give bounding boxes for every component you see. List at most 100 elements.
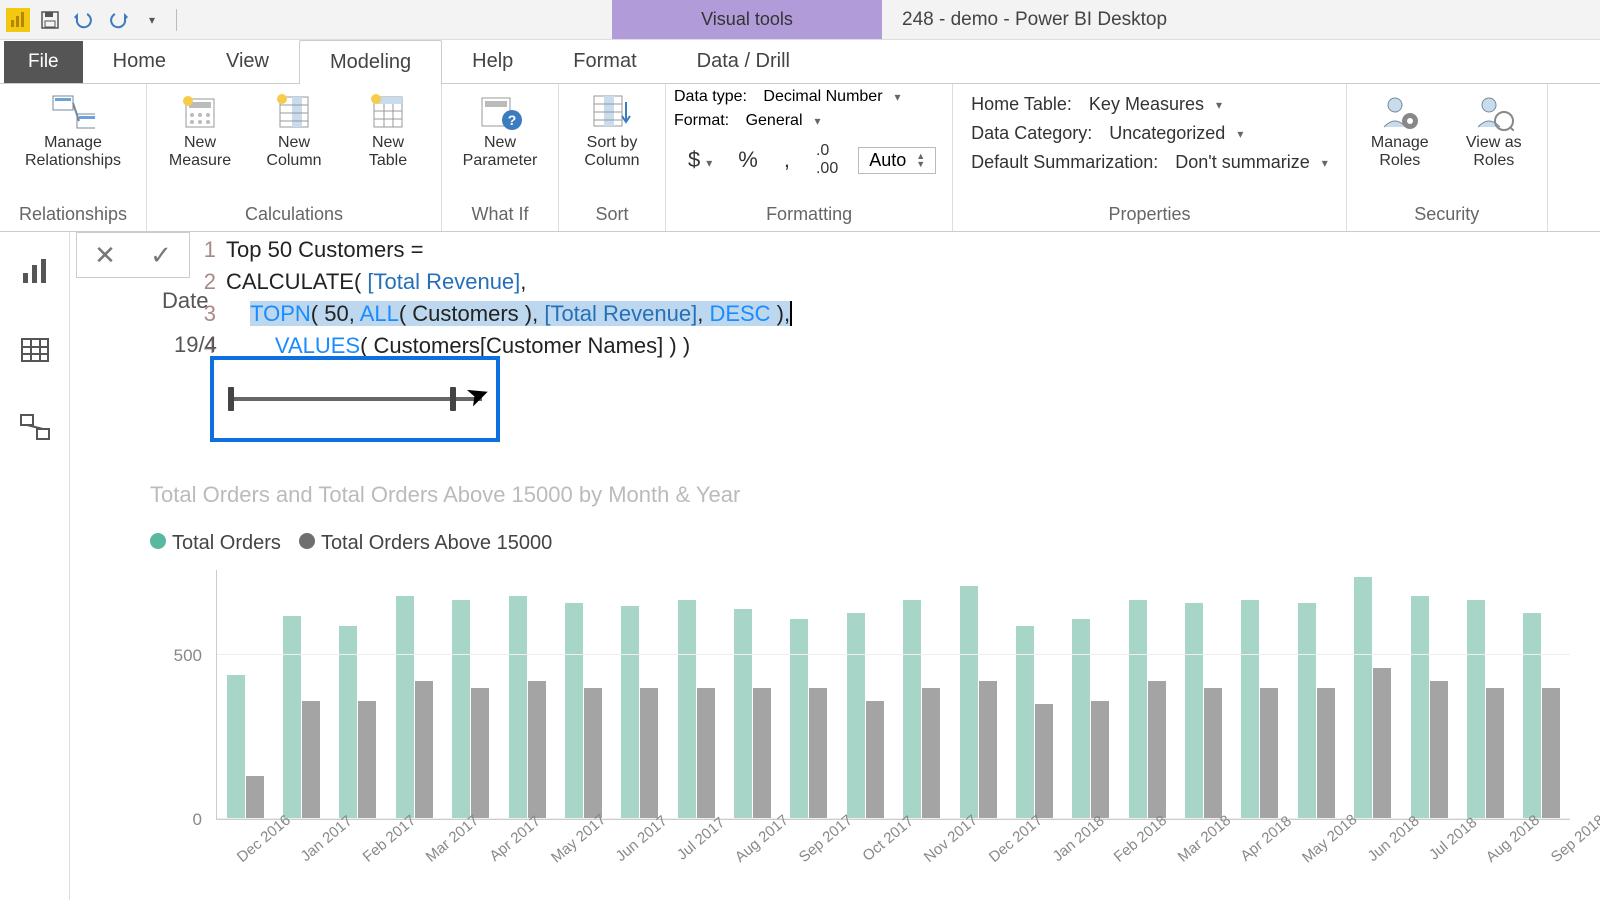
sort-by-column-button[interactable]: Sort by Column <box>567 88 657 175</box>
bar[interactable] <box>1523 613 1541 819</box>
tab-view[interactable]: View <box>196 40 299 83</box>
bar-group[interactable] <box>781 570 837 819</box>
tab-file[interactable]: File <box>4 41 83 83</box>
decimal-icon[interactable]: .0.00 <box>810 140 844 180</box>
bar[interactable] <box>697 688 715 819</box>
bar[interactable] <box>509 596 527 819</box>
bar[interactable] <box>1411 596 1429 819</box>
report-view-button[interactable] <box>13 250 57 294</box>
undo-icon[interactable] <box>70 6 98 34</box>
slider-handle-end[interactable] <box>450 387 456 411</box>
bar[interactable] <box>847 613 865 819</box>
slider-handle-start[interactable] <box>228 387 234 411</box>
bar[interactable] <box>1148 681 1166 819</box>
bar[interactable] <box>358 701 376 819</box>
new-table-button[interactable]: New Table <box>343 88 433 175</box>
new-measure-button[interactable]: New Measure <box>155 88 245 175</box>
redo-icon[interactable] <box>104 6 132 34</box>
view-as-roles-button[interactable]: View as Roles <box>1449 88 1539 175</box>
formula-commit-button[interactable]: ✓ <box>133 233 189 277</box>
bar[interactable] <box>753 688 771 819</box>
decimal-places-spinner[interactable]: Auto▲▼ <box>858 147 936 174</box>
bar[interactable] <box>809 688 827 819</box>
bar[interactable] <box>1354 577 1372 819</box>
bar-group[interactable] <box>1119 570 1175 819</box>
bar[interactable] <box>1035 704 1053 819</box>
bar-group[interactable] <box>837 570 893 819</box>
manage-roles-button[interactable]: Manage Roles <box>1355 88 1445 175</box>
bar-group[interactable] <box>1457 570 1513 819</box>
slider-track[interactable] <box>228 397 482 401</box>
bar-group[interactable] <box>1288 570 1344 819</box>
bar-group[interactable] <box>1401 570 1457 819</box>
bar-group[interactable] <box>612 570 668 819</box>
bar[interactable] <box>1486 688 1504 819</box>
home-table-dropdown[interactable]: Home Table: Key Measures <box>971 94 1328 115</box>
manage-relationships-button[interactable]: Manage Relationships <box>8 88 138 175</box>
bar-group[interactable] <box>499 570 555 819</box>
bar-group[interactable] <box>894 570 950 819</box>
qat-customize-icon[interactable]: ▾ <box>138 6 166 34</box>
bar-group[interactable] <box>555 570 611 819</box>
format-dropdown[interactable]: Format: General <box>674 112 944 130</box>
data-view-button[interactable] <box>13 328 57 372</box>
tab-data-drill[interactable]: Data / Drill <box>667 40 820 83</box>
bar[interactable] <box>227 675 245 819</box>
tab-home[interactable]: Home <box>83 40 196 83</box>
bar-group[interactable] <box>668 570 724 819</box>
bar-group[interactable] <box>1006 570 1062 819</box>
data-type-dropdown[interactable]: Data type: Decimal Number <box>674 88 944 106</box>
bar[interactable] <box>1317 688 1335 819</box>
bar-group[interactable] <box>1232 570 1288 819</box>
chart-visual[interactable]: 0500 Dec 2016Jan 2017Feb 2017Mar 2017Apr… <box>150 570 1570 890</box>
bar[interactable] <box>396 596 414 819</box>
bar-group[interactable] <box>724 570 780 819</box>
bar-group[interactable] <box>217 570 273 819</box>
bar-group[interactable] <box>1175 570 1231 819</box>
bar[interactable] <box>565 603 583 819</box>
percent-button[interactable]: % <box>732 145 764 175</box>
bar[interactable] <box>1298 603 1316 819</box>
comma-button[interactable]: , <box>778 145 796 175</box>
bar[interactable] <box>283 616 301 819</box>
data-category-dropdown[interactable]: Data Category: Uncategorized <box>971 123 1328 144</box>
bar[interactable] <box>922 688 940 819</box>
bar[interactable] <box>621 606 639 819</box>
bar[interactable] <box>960 586 978 819</box>
bar[interactable] <box>528 681 546 819</box>
bar-group[interactable] <box>273 570 329 819</box>
bar[interactable] <box>979 681 997 819</box>
bar[interactable] <box>1185 603 1203 819</box>
bar[interactable] <box>866 701 884 819</box>
new-column-button[interactable]: New Column <box>249 88 339 175</box>
bar-group[interactable] <box>1514 570 1570 819</box>
bar[interactable] <box>1260 688 1278 819</box>
tab-modeling[interactable]: Modeling <box>299 40 442 84</box>
bar[interactable] <box>1091 701 1109 819</box>
save-icon[interactable] <box>36 6 64 34</box>
bar[interactable] <box>903 600 921 820</box>
bar[interactable] <box>1241 600 1259 820</box>
formula-cancel-button[interactable]: ✕ <box>77 233 133 277</box>
bar[interactable] <box>790 619 808 819</box>
bar[interactable] <box>1072 619 1090 819</box>
bar[interactable] <box>471 688 489 819</box>
currency-button[interactable]: $ <box>682 145 718 175</box>
formula-bar[interactable]: 1Top 50 Customers = 2CALCULATE( [Total R… <box>196 232 1600 364</box>
bar[interactable] <box>734 609 752 819</box>
tab-help[interactable]: Help <box>442 40 543 83</box>
bar[interactable] <box>302 701 320 819</box>
bar-group[interactable] <box>330 570 386 819</box>
tab-format[interactable]: Format <box>543 40 666 83</box>
bar[interactable] <box>1542 688 1560 819</box>
slicer-visual[interactable] <box>210 356 500 442</box>
model-view-button[interactable] <box>13 406 57 450</box>
bar[interactable] <box>415 681 433 819</box>
bar[interactable] <box>1430 681 1448 819</box>
bar-group[interactable] <box>443 570 499 819</box>
bar-group[interactable] <box>1063 570 1119 819</box>
bar[interactable] <box>1129 600 1147 820</box>
bar[interactable] <box>452 600 470 820</box>
bar[interactable] <box>1373 668 1391 819</box>
bar-group[interactable] <box>1345 570 1401 819</box>
